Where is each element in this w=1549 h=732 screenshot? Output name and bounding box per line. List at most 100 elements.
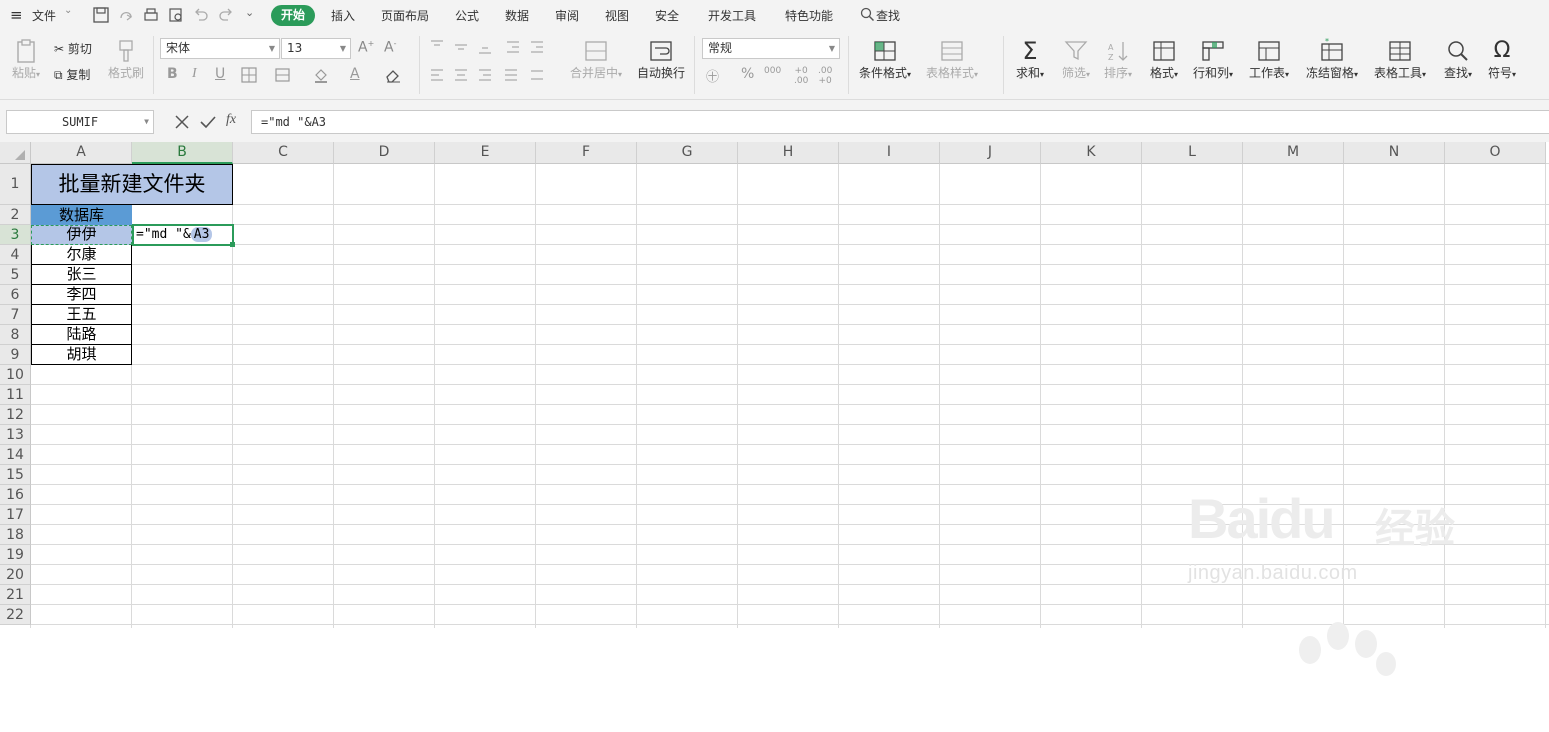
align-top-icon[interactable] bbox=[428, 38, 446, 56]
function-icon[interactable]: fx bbox=[226, 112, 236, 128]
name-cell[interactable]: 张三 bbox=[31, 265, 132, 285]
format-painter-button[interactable]: 格式刷 bbox=[106, 38, 146, 81]
row-header-18[interactable]: 18 bbox=[0, 525, 31, 545]
name-cell[interactable]: 尔康 bbox=[31, 245, 132, 265]
customize-qa-icon[interactable]: ⌄ bbox=[245, 6, 254, 19]
row-header-3[interactable]: 3 bbox=[0, 225, 31, 245]
row-header-13[interactable]: 13 bbox=[0, 425, 31, 445]
paste-button[interactable]: 粘贴▾ bbox=[8, 38, 44, 81]
header-cell[interactable]: 数据库 bbox=[31, 205, 132, 225]
table-style-button[interactable]: 表格样式▾ bbox=[922, 38, 982, 81]
column-header-f[interactable]: F bbox=[536, 142, 637, 164]
format-button[interactable]: 格式▾ bbox=[1146, 38, 1182, 81]
bold-icon[interactable]: B bbox=[167, 66, 178, 82]
freeze-panes-button[interactable]: * 冻结窗格▾ bbox=[1302, 38, 1362, 81]
column-header-g[interactable]: G bbox=[637, 142, 738, 164]
print-preview-icon[interactable] bbox=[167, 6, 185, 24]
name-cell[interactable]: 李四 bbox=[31, 285, 132, 305]
tab-review[interactable]: 审阅 bbox=[555, 7, 579, 24]
column-header-l[interactable]: L bbox=[1142, 142, 1243, 164]
number-format-select[interactable]: 常规 ▼ bbox=[702, 38, 840, 59]
eraser-icon[interactable] bbox=[384, 66, 402, 84]
row-header-15[interactable]: 15 bbox=[0, 465, 31, 485]
row-header-12[interactable]: 12 bbox=[0, 405, 31, 425]
tab-developer[interactable]: 开发工具 bbox=[708, 7, 756, 24]
align-right-icon[interactable] bbox=[476, 66, 494, 84]
align-bottom-icon[interactable] bbox=[476, 38, 494, 56]
conditional-format-button[interactable]: 条件格式▾ bbox=[855, 38, 915, 81]
wrap-text-button[interactable]: 自动换行 bbox=[636, 38, 686, 81]
underline-icon[interactable]: U bbox=[215, 66, 225, 82]
currency-icon[interactable]: ㊉ bbox=[706, 66, 719, 85]
row-header-10[interactable]: 10 bbox=[0, 365, 31, 385]
tab-page-layout[interactable]: 页面布局 bbox=[381, 7, 429, 24]
row-header-8[interactable]: 8 bbox=[0, 325, 31, 345]
title-cell[interactable]: 批量新建文件夹 bbox=[31, 164, 233, 205]
align-middle-icon[interactable] bbox=[452, 38, 470, 56]
row-header-19[interactable]: 19 bbox=[0, 545, 31, 565]
column-header-o[interactable]: O bbox=[1445, 142, 1546, 164]
search-icon[interactable] bbox=[860, 7, 875, 22]
column-header-j[interactable]: J bbox=[940, 142, 1041, 164]
row-header-6[interactable]: 6 bbox=[0, 285, 31, 305]
worksheet-button[interactable]: 工作表▾ bbox=[1246, 38, 1292, 81]
select-all-corner[interactable] bbox=[0, 142, 31, 164]
column-header-b[interactable]: B bbox=[132, 142, 233, 164]
percent-icon[interactable]: % bbox=[741, 66, 754, 82]
sum-button[interactable]: Σ 求和▾ bbox=[1012, 38, 1048, 81]
row-header-4[interactable]: 4 bbox=[0, 245, 31, 265]
font-name-select[interactable]: 宋体 ▼ bbox=[160, 38, 280, 59]
name-cell[interactable]: 胡琪 bbox=[31, 345, 132, 365]
tab-security[interactable]: 安全 bbox=[655, 7, 679, 24]
name-cell[interactable]: 陆路 bbox=[31, 325, 132, 345]
active-cell-editor[interactable]: ="md "& A3 bbox=[132, 224, 234, 246]
sort-button[interactable]: AZ 排序▾ bbox=[1100, 38, 1136, 81]
search-label[interactable]: 查找 bbox=[876, 7, 900, 24]
chevron-down-icon[interactable]: ⌄ bbox=[64, 5, 72, 16]
row-header-17[interactable]: 17 bbox=[0, 505, 31, 525]
increase-font-icon[interactable]: A+ bbox=[358, 39, 374, 56]
hamburger-icon[interactable]: ≡ bbox=[10, 6, 23, 24]
increase-decimal-icon[interactable]: +0.00 bbox=[794, 66, 808, 86]
fill-color-icon[interactable] bbox=[312, 66, 330, 84]
thousands-separator-icon[interactable]: 000 bbox=[764, 66, 781, 76]
decrease-decimal-icon[interactable]: .00 +0 bbox=[818, 66, 832, 86]
column-header-m[interactable]: M bbox=[1243, 142, 1344, 164]
name-cell[interactable]: 伊伊 bbox=[31, 225, 132, 245]
row-header-2[interactable]: 2 bbox=[0, 205, 31, 225]
decrease-font-icon[interactable]: A- bbox=[384, 39, 396, 56]
undo-history-icon[interactable] bbox=[117, 6, 135, 24]
redo-icon[interactable] bbox=[217, 6, 235, 24]
fill-handle[interactable] bbox=[230, 242, 235, 247]
spreadsheet-grid[interactable]: ABCDEFGHIJKLMNO 1 2 3 4 5 6 7 8 9 10 11 12 13 14 15 16 1… bbox=[0, 142, 1549, 676]
column-header-c[interactable]: C bbox=[233, 142, 334, 164]
tab-formulas[interactable]: 公式 bbox=[455, 7, 479, 24]
row-header-5[interactable]: 5 bbox=[0, 265, 31, 285]
table-tools-button[interactable]: 表格工具▾ bbox=[1370, 38, 1430, 81]
print-icon[interactable] bbox=[142, 6, 160, 24]
row-header-11[interactable]: 11 bbox=[0, 385, 31, 405]
column-header-k[interactable]: K bbox=[1041, 142, 1142, 164]
file-menu[interactable]: 文件 bbox=[32, 7, 56, 24]
name-cell[interactable]: 王五 bbox=[31, 305, 132, 325]
row-col-button[interactable]: 行和列▾ bbox=[1190, 38, 1236, 81]
row-header-20[interactable]: 20 bbox=[0, 565, 31, 585]
copy-button[interactable]: ⧉ 复制 bbox=[54, 66, 90, 83]
column-header-d[interactable]: D bbox=[334, 142, 435, 164]
increase-indent-icon[interactable] bbox=[528, 38, 546, 56]
undo-icon[interactable] bbox=[192, 6, 210, 24]
row-header-21[interactable]: 21 bbox=[0, 585, 31, 605]
row-header-14[interactable]: 14 bbox=[0, 445, 31, 465]
align-left-icon[interactable] bbox=[428, 66, 446, 84]
column-header-i[interactable]: I bbox=[839, 142, 940, 164]
find-button[interactable]: 查找▾ bbox=[1440, 38, 1476, 81]
fill-pattern-icon[interactable] bbox=[274, 66, 292, 84]
row-header-16[interactable]: 16 bbox=[0, 485, 31, 505]
italic-icon[interactable]: I bbox=[192, 66, 197, 82]
tab-view[interactable]: 视图 bbox=[605, 7, 629, 24]
merge-center-button[interactable]: 合并居中▾ bbox=[566, 38, 626, 81]
decrease-indent-icon[interactable] bbox=[504, 38, 522, 56]
row-header-22[interactable]: 22 bbox=[0, 605, 31, 625]
tab-insert[interactable]: 插入 bbox=[331, 7, 355, 24]
save-icon[interactable] bbox=[92, 6, 110, 24]
